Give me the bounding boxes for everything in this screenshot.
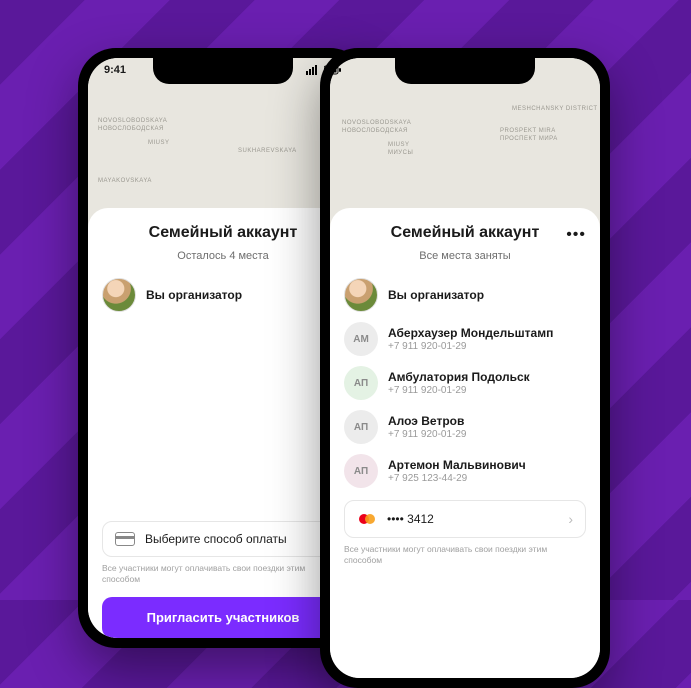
map-label: МИУСЫ — [388, 150, 413, 157]
avatar: АП — [344, 454, 378, 488]
member-phone: +7 911 920-01-29 — [388, 385, 530, 396]
member-row[interactable]: АП Алоэ Ветров +7 911 920-01-29 — [344, 410, 586, 444]
avatar: АП — [344, 366, 378, 400]
mastercard-icon — [357, 512, 377, 526]
map-label: MIUSY — [388, 142, 410, 149]
member-name: Аберхаузер Мондельштамп — [388, 326, 553, 340]
payment-label: Выберите способ оплаты — [145, 532, 287, 546]
signal-icon — [306, 65, 320, 75]
member-name: Артемон Мальвинович — [388, 458, 526, 472]
member-row[interactable]: АМ Аберхаузер Мондельштамп +7 911 920-01… — [344, 322, 586, 356]
member-name: Алоэ Ветров — [388, 414, 467, 428]
notch — [153, 58, 293, 84]
more-button[interactable]: ••• — [566, 226, 586, 244]
member-name: Амбулатория Подольск — [388, 370, 530, 384]
payment-note: Все участники могут оплачивать свои поез… — [344, 544, 586, 566]
map-label: Sukharevskaya — [238, 148, 297, 155]
map-label: Novoslobodskaya — [98, 118, 167, 125]
avatar — [344, 278, 378, 312]
map-label: Новослободская — [342, 128, 408, 135]
card-icon — [115, 532, 135, 546]
member-row[interactable]: АП Амбулатория Подольск +7 911 920-01-29 — [344, 366, 586, 400]
members-list: Вы организатор АМ Аберхаузер Мондельштам… — [344, 278, 586, 488]
member-name: Вы организатор — [146, 288, 242, 302]
seats-full: Все места заняты — [344, 250, 586, 262]
member-phone: +7 911 920-01-29 — [388, 429, 467, 440]
map-label: Novoslobodskaya — [342, 120, 411, 127]
map-label: MIUSY — [148, 140, 170, 147]
status-icons — [306, 64, 342, 76]
card-last4: •••• 3412 — [387, 512, 434, 526]
bottom-sheet: ••• Семейный аккаунт Все места заняты Вы… — [330, 208, 600, 678]
member-organizer[interactable]: Вы организатор — [102, 278, 344, 312]
phone-right: Novoslobodskaya Новослободская MIUSY МИУ… — [320, 48, 610, 688]
notch — [395, 58, 535, 84]
screen-left: 9:41 Novoslobodskaya Новослободская MIUS… — [88, 58, 358, 638]
battery-icon — [324, 65, 342, 75]
avatar: АП — [344, 410, 378, 444]
chevron-right-icon: › — [568, 511, 573, 527]
avatar: АМ — [344, 322, 378, 356]
member-organizer[interactable]: Вы организатор — [344, 278, 586, 312]
member-phone: +7 925 123-44-29 — [388, 473, 526, 484]
avatar — [102, 278, 136, 312]
map-label: Проспект Мира — [500, 136, 558, 143]
member-row[interactable]: АП Артемон Мальвинович +7 925 123-44-29 — [344, 454, 586, 488]
members-list: Вы организатор — [102, 278, 344, 312]
bottom-sheet: Семейный аккаунт Осталось 4 места Вы орг… — [88, 208, 358, 638]
seats-remaining: Осталось 4 места — [102, 250, 344, 262]
payment-method-select[interactable]: Выберите способ оплаты — [102, 521, 344, 557]
payment-method-row[interactable]: •••• 3412 › — [344, 500, 586, 538]
map-label: Mayakovskaya — [98, 178, 152, 185]
screen-right: Novoslobodskaya Новослободская MIUSY МИУ… — [330, 58, 600, 678]
sheet-title: Семейный аккаунт — [344, 224, 586, 242]
member-name: Вы организатор — [388, 288, 484, 302]
invite-button[interactable]: Пригласить участников — [102, 597, 344, 638]
sheet-title: Семейный аккаунт — [102, 224, 344, 242]
map-label: Новослободская — [98, 126, 164, 133]
member-phone: +7 911 920-01-29 — [388, 341, 553, 352]
map-label: MESHCHANSKY DISTRICT — [512, 106, 598, 113]
status-time: 9:41 — [104, 64, 126, 76]
payment-note: Все участники могут оплачивать свои поез… — [102, 563, 344, 585]
map-label: Prospekt Mira — [500, 128, 556, 135]
